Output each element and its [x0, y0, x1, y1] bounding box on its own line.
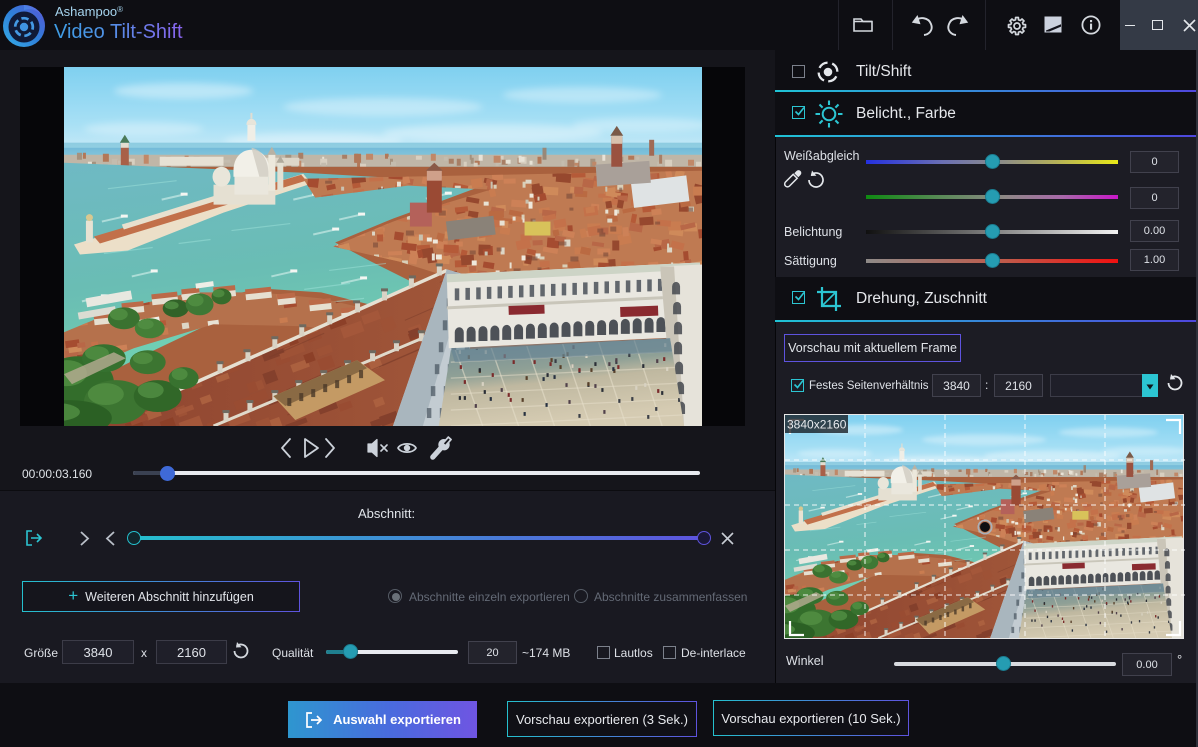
svg-text:3840x2160: 3840x2160 [787, 418, 847, 432]
